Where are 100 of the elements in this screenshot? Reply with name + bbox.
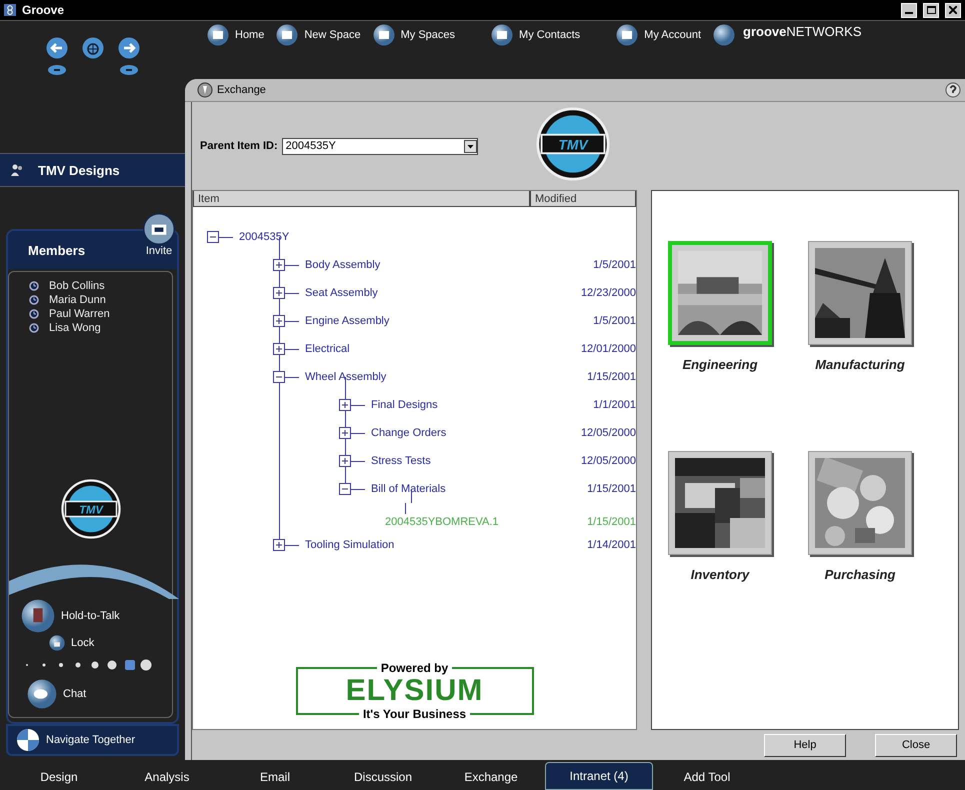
tree-item[interactable]: Tooling Simulation: [305, 539, 394, 551]
modified-date: 1/1/2001: [593, 399, 636, 411]
dropdown-icon[interactable]: [48, 65, 66, 75]
help-button[interactable]: Help: [764, 734, 846, 756]
nav-button[interactable]: My Contacts: [491, 24, 588, 46]
plus-icon: [275, 289, 283, 297]
modified-date: 1/14/2001: [587, 539, 636, 551]
nav-icon: [616, 24, 638, 46]
chat-icon: [27, 679, 57, 709]
plus-icon: [341, 401, 349, 409]
quadrant-circle-icon: [16, 728, 40, 752]
modified-date: 1/5/2001: [593, 315, 636, 327]
expander[interactable]: [273, 287, 285, 299]
tree-item[interactable]: Body Assembly: [305, 259, 380, 271]
help-icon[interactable]: [945, 82, 961, 98]
tool-tab[interactable]: Intranet (4): [545, 762, 653, 790]
maximize-icon: [926, 6, 936, 14]
expander[interactable]: [339, 455, 351, 467]
space-bar[interactable]: TMV Designs: [0, 153, 185, 187]
members-title: Members: [28, 242, 86, 258]
walkie-talkie-icon: [21, 599, 55, 633]
category-tile[interactable]: Engineering: [668, 241, 772, 451]
expander[interactable]: [339, 427, 351, 439]
tool-title: Exchange: [217, 84, 267, 96]
hold-to-talk-button[interactable]: Hold-to-Talk: [21, 599, 172, 633]
nav-icon: [491, 24, 514, 46]
tree-item[interactable]: Final Designs: [371, 399, 438, 411]
category-tile[interactable]: Manufacturing: [808, 241, 912, 451]
status-icon: [29, 309, 39, 319]
close-button[interactable]: [945, 2, 961, 18]
chat-button[interactable]: Chat: [27, 679, 172, 709]
tree-item[interactable]: Bill of Materials: [371, 483, 446, 495]
modified-date: 12/23/2000: [580, 287, 636, 299]
member-item[interactable]: Bob Collins: [29, 280, 172, 292]
status-icon: [29, 323, 39, 333]
nav-button[interactable]: My Account: [616, 24, 710, 46]
member-item[interactable]: Maria Dunn: [29, 294, 172, 306]
expander[interactable]: [273, 371, 285, 383]
modified-date: 1/15/2001: [587, 515, 636, 528]
tmv-logo: TMV: [536, 106, 610, 180]
plus-icon: [275, 261, 283, 269]
tool-tab[interactable]: Email: [221, 764, 329, 790]
nav-icon: [276, 24, 298, 46]
expander[interactable]: [207, 231, 219, 243]
parent-item-select[interactable]: 2004535Y: [282, 138, 478, 154]
expander[interactable]: [273, 259, 285, 271]
brand-logo: grooveNETWORKS: [743, 24, 862, 39]
nav-button[interactable]: New Space: [276, 24, 369, 46]
expander[interactable]: [273, 343, 285, 355]
close-icon: [949, 6, 957, 14]
column-header[interactable]: Item: [193, 191, 530, 207]
modified-date: 1/5/2001: [593, 259, 636, 271]
modified-date: 1/15/2001: [587, 371, 636, 383]
expander[interactable]: [273, 539, 285, 551]
app-icon: [4, 4, 16, 16]
member-item[interactable]: Lisa Wong: [29, 322, 172, 334]
plus-icon: [275, 317, 283, 325]
plus-icon: [275, 345, 283, 353]
tree-item[interactable]: Electrical: [305, 343, 350, 355]
column-header[interactable]: Modified: [530, 191, 636, 207]
tree-item[interactable]: 2004535Y: [239, 231, 290, 243]
status-icon: [29, 295, 39, 305]
tool-icon: [197, 82, 213, 98]
lock-icon: [49, 635, 65, 651]
window-title: Groove: [22, 3, 66, 17]
nav-icon: [372, 24, 395, 46]
maximize-button[interactable]: [923, 2, 939, 18]
tool-tab[interactable]: Exchange: [437, 764, 545, 790]
modified-date: 12/01/2000: [580, 343, 636, 355]
tool-tab[interactable]: Design: [5, 764, 113, 790]
category-tile[interactable]: Purchasing: [808, 451, 912, 661]
modified-date: 12/05/2000: [580, 455, 636, 467]
expander[interactable]: [273, 315, 285, 327]
tree-item[interactable]: Stress Tests: [371, 455, 431, 467]
expander[interactable]: [339, 483, 351, 495]
tmv-logo: TMV: [60, 479, 120, 539]
nav-button[interactable]: Home: [207, 24, 272, 46]
lock-button[interactable]: Lock: [49, 635, 172, 651]
tree-item[interactable]: Engine Assembly: [305, 315, 390, 327]
category-tile[interactable]: Inventory: [668, 451, 772, 661]
expander[interactable]: [339, 399, 351, 411]
plus-icon: [341, 429, 349, 437]
tool-tab[interactable]: Analysis: [113, 764, 221, 790]
invite-button[interactable]: Invite: [143, 213, 175, 257]
member-item[interactable]: Paul Warren: [29, 308, 172, 320]
tree-item[interactable]: Seat Assembly: [305, 287, 378, 299]
tool-tab[interactable]: Discussion: [329, 764, 437, 790]
tree-item[interactable]: Wheel Assembly: [305, 371, 386, 383]
navigate-together-button[interactable]: Navigate Together: [6, 724, 179, 756]
nav-button[interactable]: My Spaces: [372, 24, 464, 46]
minimize-button[interactable]: [901, 2, 917, 18]
tool-tab[interactable]: Add Tool: [653, 764, 761, 790]
close-tool-button[interactable]: Close: [875, 734, 957, 756]
status-icon: [29, 281, 39, 291]
tree-item[interactable]: Change Orders: [371, 427, 446, 439]
people-icon: [10, 163, 24, 177]
dropdown-icon[interactable]: [120, 65, 138, 75]
plus-icon: [341, 457, 349, 465]
space-name: TMV Designs: [38, 162, 120, 178]
plus-icon: [275, 541, 283, 549]
